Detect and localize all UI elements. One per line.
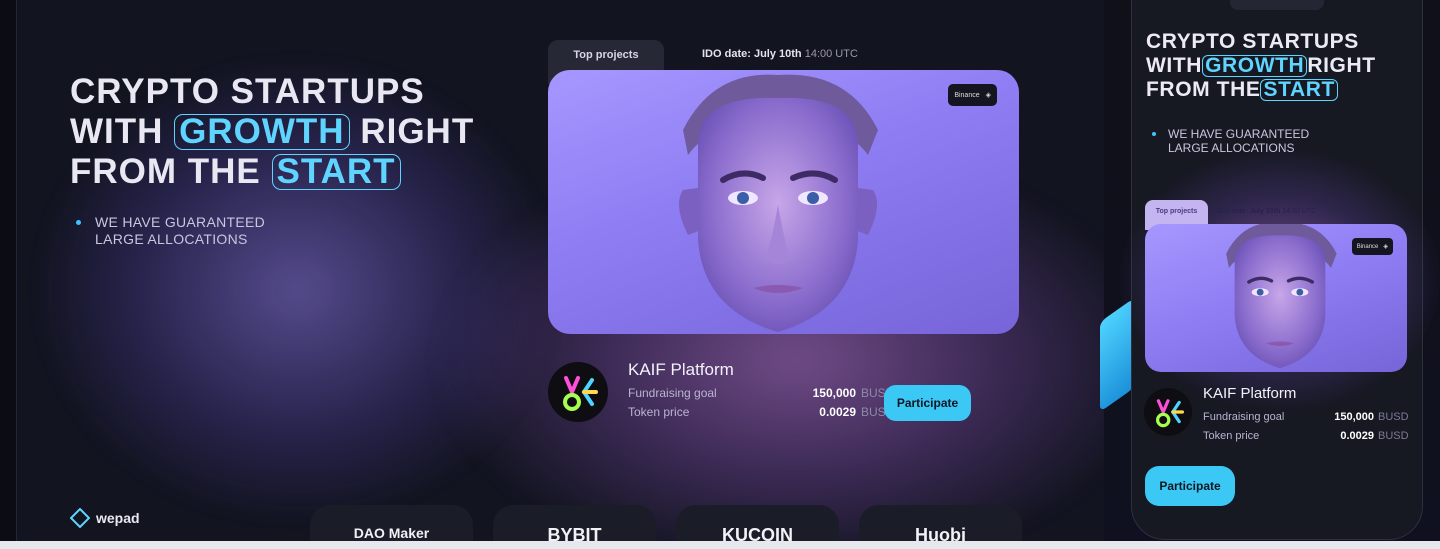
- mobile-project-image: Binance ◈: [1145, 224, 1407, 372]
- m-bullet-line-1: WE HAVE GUARANTEED: [1168, 127, 1310, 141]
- portrait-image: [679, 74, 878, 332]
- m-stat-value-goal: 150,000: [1334, 411, 1374, 423]
- mobile-hero-title: CRYPTO STARTUPS WITH GROWTH RIGHT FROM THE…: [1146, 30, 1376, 102]
- hero-line-2-post: RIGHT: [360, 112, 475, 151]
- binance-diamond-icon: ◈: [985, 92, 991, 99]
- m-stat-value-price: 0.0029: [1340, 430, 1374, 442]
- bullet-dot-icon: [1152, 132, 1156, 136]
- m-exchange-name: Binance: [1356, 243, 1379, 250]
- ido-date-label: IDO date: July 10th: [702, 48, 802, 60]
- mobile-project-name: KAIF Platform: [1203, 385, 1297, 402]
- hero-highlight-growth: GROWTH: [174, 114, 350, 150]
- mobile-portrait-image: [1226, 224, 1337, 369]
- m-ido-label: IDO date: July 10th: [1217, 208, 1281, 215]
- hero-line-1: CRYPTO STARTUPS: [70, 72, 425, 111]
- project-hero-image: Binance ◈: [548, 70, 1019, 334]
- m-hero-line-2-pre: WITH: [1146, 54, 1203, 77]
- stat-label-price: Token price: [628, 405, 690, 419]
- bullet-line-1: WE HAVE GUARANTEED: [95, 214, 266, 230]
- hero-line-2-pre: WITH: [70, 112, 164, 151]
- stat-label-goal: Fundraising goal: [628, 386, 717, 400]
- exchange-name: Binance: [954, 91, 980, 99]
- m-hero-line-2-post: RIGHT: [1307, 54, 1376, 77]
- mobile-participate-button[interactable]: Participate: [1145, 466, 1235, 506]
- bullet-line-2: LARGE ALLOCATIONS: [95, 231, 248, 247]
- mobile-exchange-badge: Binance ◈: [1351, 238, 1393, 255]
- project-name: KAIF Platform: [628, 360, 734, 379]
- participate-button[interactable]: Participate: [884, 385, 971, 421]
- wepad-brand[interactable]: wepad: [70, 508, 140, 528]
- binance-diamond-icon: ◈: [1383, 244, 1388, 250]
- brand-name: wepad: [96, 510, 140, 526]
- m-hero-highlight-growth: GROWTH: [1202, 55, 1308, 77]
- bullet-dot-icon: [76, 220, 81, 225]
- hero-line-3-pre: FROM THE: [70, 152, 261, 191]
- hero-bullet-text: WE HAVE GUARANTEED LARGE ALLOCATIONS: [95, 214, 265, 248]
- m-stat-label-goal: Fundraising goal: [1203, 411, 1285, 423]
- ido-time: 14:00 UTC: [804, 48, 858, 60]
- hero-highlight-start: START: [271, 154, 401, 190]
- mobile-hero-bullet: WE HAVE GUARANTEED LARGE ALLOCATIONS: [1152, 127, 1309, 155]
- m-bullet-line-2: LARGE ALLOCATIONS: [1168, 141, 1295, 155]
- m-bullet-text: WE HAVE GUARANTEED LARGE ALLOCATIONS: [1168, 127, 1309, 155]
- m-stat-unit-goal: BUSD: [1378, 411, 1409, 423]
- stat-value-goal: 150,000: [812, 386, 856, 400]
- m-ido-time: 14:00 UTC: [1282, 208, 1317, 215]
- stat-value-price: 0.0029: [819, 405, 856, 419]
- bottom-edge: [0, 541, 1440, 549]
- kaif-logo-icon: [548, 362, 608, 422]
- m-hero-line-1: CRYPTO STARTUPS: [1146, 30, 1359, 53]
- mobile-topbar: [1230, 0, 1324, 10]
- hero-bullet: WE HAVE GUARANTEED LARGE ALLOCATIONS: [76, 214, 265, 248]
- m-hero-line-3-pre: FROM THE: [1146, 78, 1261, 101]
- m-stat-unit-price: BUSD: [1378, 430, 1409, 442]
- m-hero-highlight-start: START: [1260, 79, 1338, 101]
- kaif-logo-icon: [1144, 388, 1192, 436]
- wepad-logo-icon: [70, 508, 90, 528]
- exchange-badge: Binance ◈: [948, 84, 997, 106]
- ido-date: IDO date: July 10th 14:00 UTC: [702, 40, 858, 60]
- hero-title: CRYPTO STARTUPS WITH GROWTH RIGHT FROM T…: [70, 72, 474, 192]
- m-stat-label-price: Token price: [1203, 430, 1260, 442]
